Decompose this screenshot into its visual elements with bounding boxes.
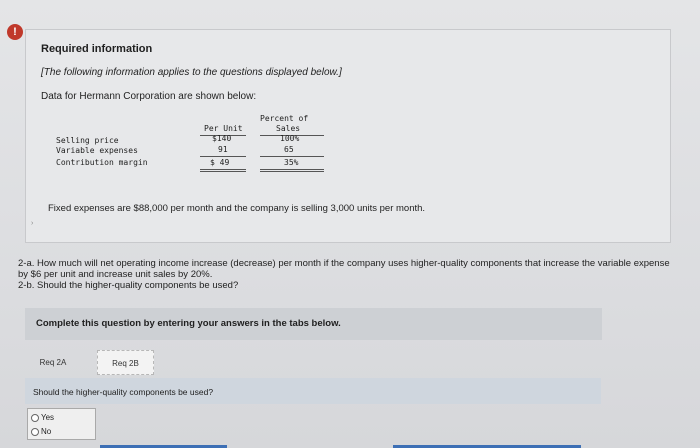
- radio-icon[interactable]: [31, 413, 39, 422]
- option-no-label: No: [41, 427, 52, 436]
- total-double-line-percent: [260, 169, 324, 172]
- header-sales: Sales: [276, 124, 301, 133]
- option-yes[interactable]: Yes: [31, 411, 54, 424]
- corner-mark: ›: [31, 220, 34, 227]
- alert-icon: !: [7, 24, 23, 40]
- information-note: [The following information applies to th…: [41, 67, 342, 78]
- row-selling-price-percent: 100%: [280, 134, 300, 143]
- data-intro-text: Data for Hermann Corporation are shown b…: [41, 91, 257, 102]
- row-variable-expenses-per-unit: 91: [218, 145, 228, 154]
- option-yes-label: Yes: [41, 413, 55, 422]
- tab-req-2a[interactable]: Req 2A: [25, 350, 81, 375]
- tab-req-2b[interactable]: Req 2B: [97, 350, 154, 375]
- row-contribution-margin-percent: 35%: [284, 158, 299, 167]
- row-label-selling-price: Selling price: [56, 136, 119, 145]
- required-information-panel: Required information [The following info…: [25, 29, 671, 243]
- question-2a: 2-a. How much will net operating income …: [18, 258, 670, 280]
- question-prompt: Should the higher-quality components be …: [25, 378, 601, 404]
- header-per-unit: Per Unit: [204, 124, 243, 133]
- subtotal-line-per-unit: [200, 156, 246, 157]
- total-double-line-per-unit: [200, 169, 246, 172]
- answer-options: Yes No: [27, 408, 96, 440]
- fixed-expenses-text: Fixed expenses are $88,000 per month and…: [48, 203, 426, 214]
- row-selling-price-per-unit: $140: [212, 134, 232, 143]
- required-information-title: Required information: [41, 43, 153, 55]
- contribution-data-table: Percent of Per Unit Sales Selling price …: [40, 114, 325, 178]
- subtotal-line-percent: [260, 156, 324, 157]
- row-label-variable-expenses: Variable expenses: [56, 146, 138, 155]
- header-percent-of: Percent of: [260, 114, 309, 123]
- row-variable-expenses-percent: 65: [284, 145, 294, 154]
- radio-icon[interactable]: [31, 427, 39, 436]
- option-no[interactable]: No: [31, 425, 51, 438]
- question-text: 2-a. How much will net operating income …: [18, 258, 678, 291]
- row-contribution-margin-per-unit: $ 49: [210, 158, 230, 167]
- question-2b: 2-b. Should the higher-quality component…: [18, 280, 239, 291]
- instructions-bar: Complete this question by entering your …: [25, 308, 602, 340]
- row-label-contribution-margin: Contribution margin: [56, 158, 148, 167]
